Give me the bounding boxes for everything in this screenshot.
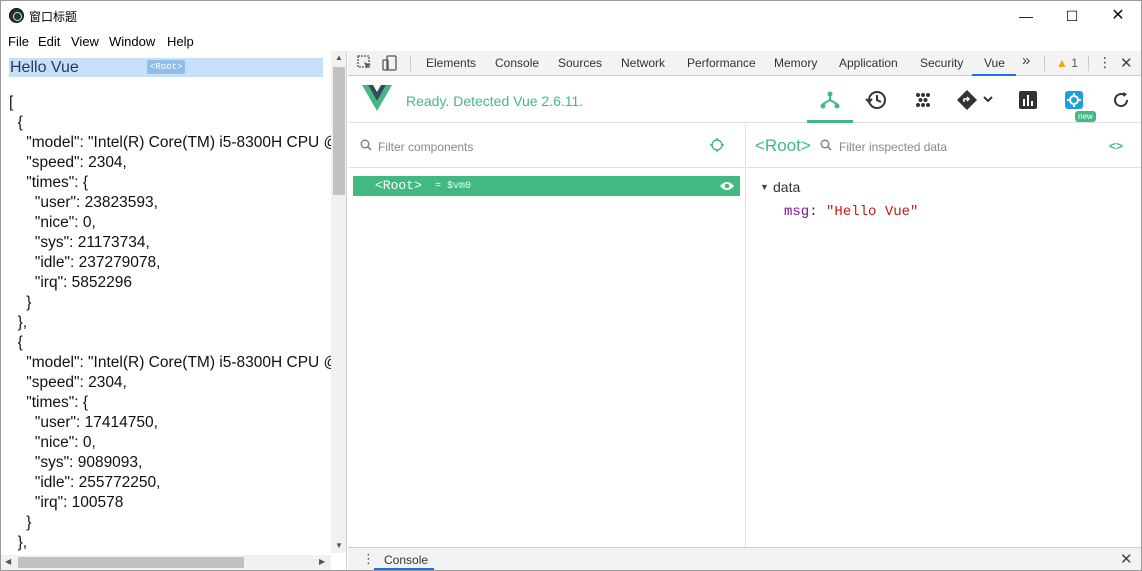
scroll-down-arrow-icon[interactable]: ▼ [335,541,343,550]
menu-bar: File Edit View Window Help [1,31,1141,51]
filter-inspected-data-input[interactable]: Filter inspected data [839,140,947,154]
device-toolbar-icon[interactable] [381,54,399,72]
menu-view[interactable]: View [71,34,99,49]
more-tabs-chevron-icon[interactable]: » [1022,52,1030,69]
menu-edit[interactable]: Edit [38,34,60,49]
close-window-button[interactable]: ✕ [1095,1,1141,31]
tab-performance[interactable]: Performance [687,56,756,70]
vue-devtools-toolbar: Ready. Detected Vue 2.6.11. new [348,77,1141,123]
close-devtools-icon[interactable]: ✕ [1120,54,1133,72]
component-name: <Root> [375,178,422,193]
active-tab-indicator [972,74,1016,76]
inspect-element-icon[interactable] [356,54,374,72]
filter-components-input[interactable]: Filter components [378,140,473,154]
tab-security[interactable]: Security [920,56,963,70]
scroll-right-arrow-icon[interactable]: ▶ [319,557,325,566]
vue-logo-icon [362,85,392,111]
tab-elements[interactable]: Elements [426,56,476,70]
toolbar-divider [1088,56,1089,71]
devtools-panel: Elements Console Sources Network Perform… [348,51,1141,570]
root-component-tag: <Root> [147,60,186,74]
active-drawer-tab-indicator [374,568,434,570]
component-vm-ref: = $vm0 [435,181,472,192]
window-title: 窗口标题 [29,10,78,24]
data-property-row[interactable]: msg: "Hello Vue" [784,204,918,220]
minimize-button[interactable]: — [1003,1,1049,31]
app-window: 窗口标题 — ☐ ✕ File Edit View Window Help He… [0,0,1142,571]
settings-gear-icon[interactable] [1063,89,1085,111]
maximize-button[interactable]: ☐ [1049,1,1095,31]
tab-sources[interactable]: Sources [558,56,602,70]
collapse-caret-icon[interactable]: ▼ [760,182,769,192]
highlighted-root-element[interactable]: Hello Vue <Root> [9,58,323,77]
horizontal-scroll-thumb[interactable] [18,557,244,568]
menu-file[interactable]: File [8,34,29,49]
devtools-tab-bar: Elements Console Sources Network Perform… [348,51,1141,76]
components-pane: Filter components <Root> = $vm0 [348,124,746,547]
search-icon [820,139,832,151]
eye-icon[interactable] [719,180,735,192]
components-tree-icon[interactable] [819,89,841,111]
cpu-json-output: [ { "model": "Intel(R) Core(TM) i5-8300H… [9,94,346,551]
page-viewport: Hello Vue <Root> [ { "model": "Intel(R) … [1,51,347,570]
devtools-menu-icon[interactable]: ⋮ [1098,54,1112,71]
vuex-icon[interactable] [912,89,934,111]
menu-window[interactable]: Window [109,34,155,49]
drawer-tab-console[interactable]: Console [384,553,428,567]
close-drawer-icon[interactable]: ✕ [1120,550,1133,568]
tab-network[interactable]: Network [621,56,665,70]
toolbar-divider [410,56,411,71]
inspect-dom-code-icon[interactable]: <> [1109,139,1123,153]
select-component-target-icon[interactable] [710,138,724,152]
scroll-up-arrow-icon[interactable]: ▲ [335,53,343,62]
console-drawer: ⋮ Console ✕ [348,547,1141,570]
electron-app-icon [9,8,24,23]
divider [348,167,746,168]
divider [747,167,1141,168]
property-value[interactable]: "Hello Vue" [826,204,918,220]
warning-count: 1 [1071,56,1078,70]
property-colon: : [809,204,818,220]
timeline-history-icon[interactable] [865,89,887,111]
vue-detected-status: Ready. Detected Vue 2.6.11. [406,93,584,109]
tab-console[interactable]: Console [495,56,539,70]
data-section-label[interactable]: data [773,179,800,195]
warning-icon: ▲ [1056,56,1068,70]
menu-help[interactable]: Help [167,34,194,49]
tab-vue[interactable]: Vue [984,56,1005,70]
refresh-icon[interactable] [1110,89,1132,111]
performance-chart-icon[interactable] [1017,89,1039,111]
page-vertical-scrollbar[interactable]: ▲ ▼ [331,51,346,553]
new-badge: new [1075,111,1096,122]
component-tree-row-root[interactable]: <Root> = $vm0 [353,176,740,196]
active-vue-tool-indicator [807,120,853,123]
title-bar: 窗口标题 — ☐ ✕ [1,1,1141,31]
inspected-component-title: <Root> [755,136,811,155]
page-heading: Hello Vue [10,59,79,76]
inspector-pane: <Root> Filter inspected data <> ▼ data m… [747,124,1141,547]
vertical-scroll-thumb[interactable] [333,67,345,195]
scroll-left-arrow-icon[interactable]: ◀ [5,557,11,566]
property-key: msg [784,204,810,220]
warnings-counter[interactable]: ▲ 1 [1056,56,1078,70]
tab-application[interactable]: Application [839,56,898,70]
router-dropdown-icon[interactable] [956,89,994,111]
page-horizontal-scrollbar[interactable]: ◀ ▶ [1,555,331,570]
toolbar-divider [1044,56,1045,71]
tab-memory[interactable]: Memory [774,56,817,70]
search-icon [360,139,372,151]
drawer-menu-icon[interactable]: ⋮ [362,551,375,567]
